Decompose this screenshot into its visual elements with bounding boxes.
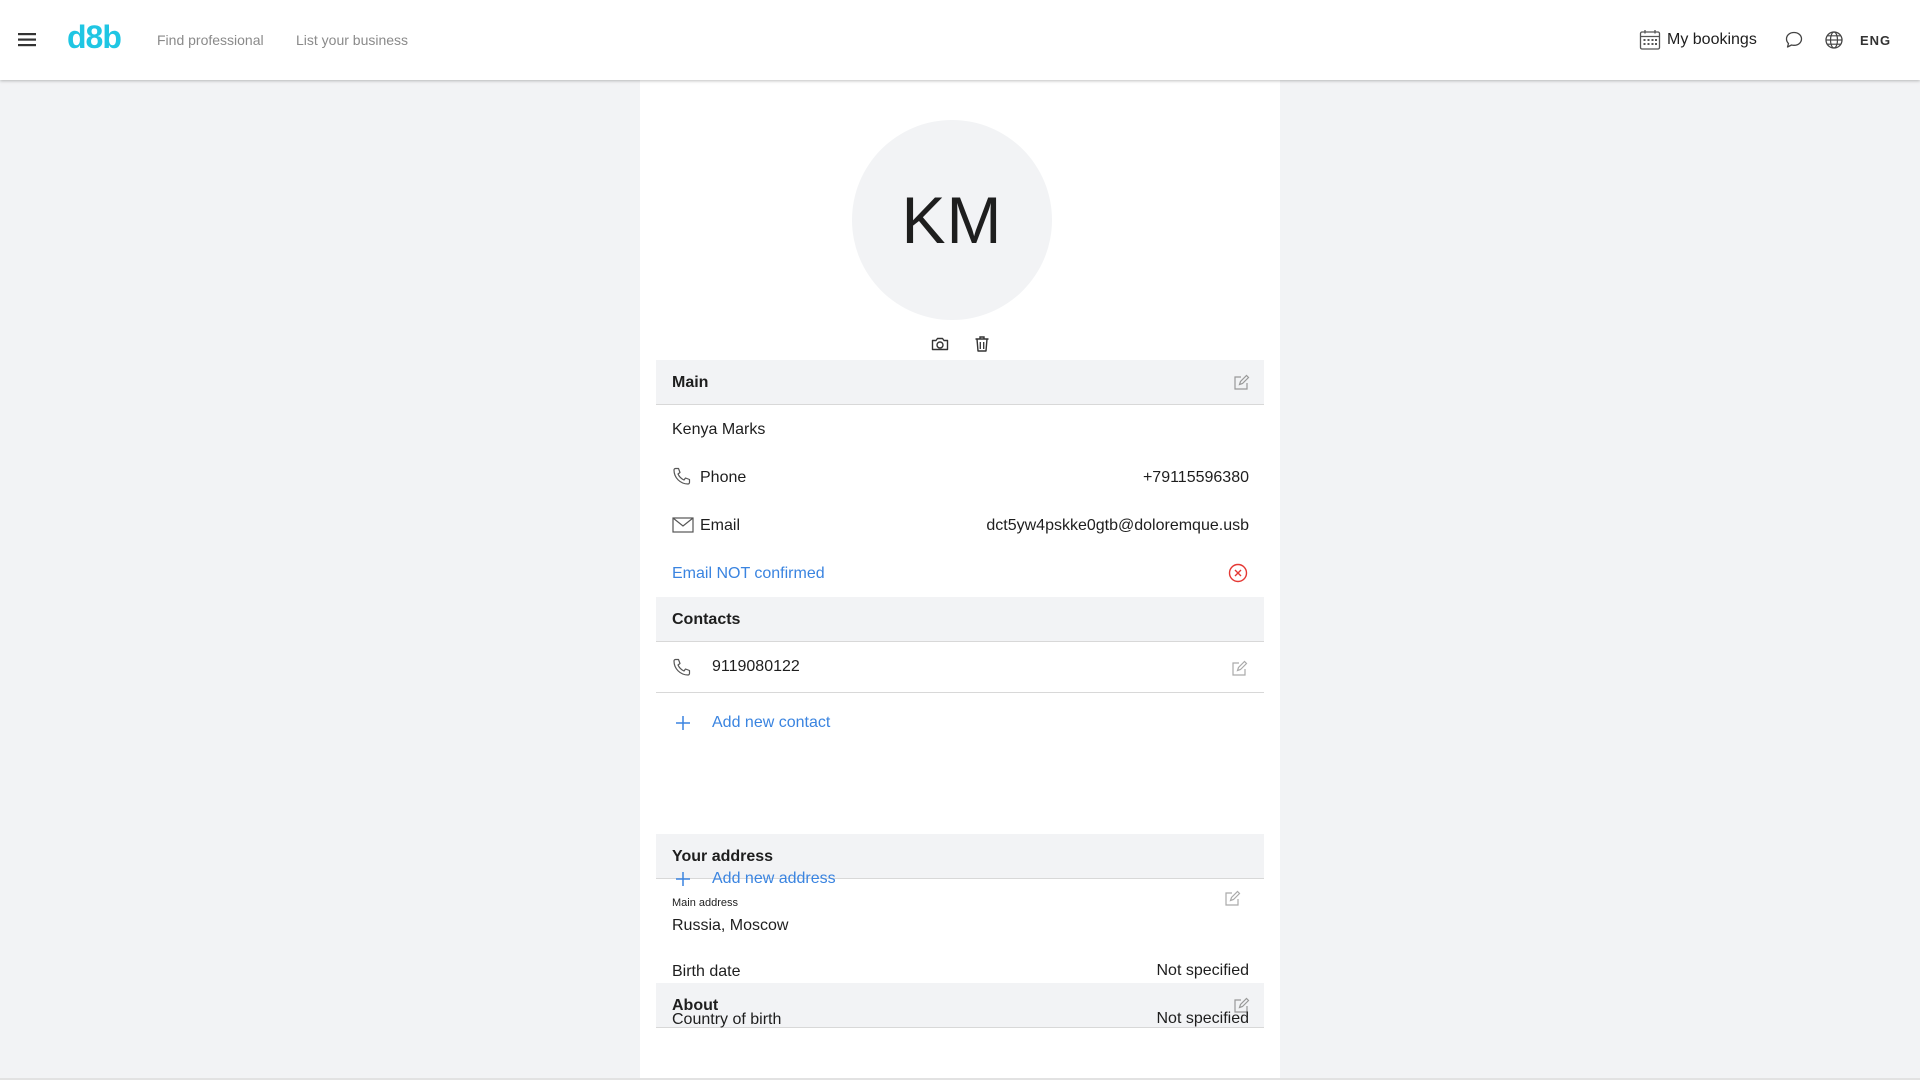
name-row: Kenya Marks — [656, 411, 1264, 447]
logo[interactable]: d8b — [67, 19, 122, 56]
camera-icon[interactable] — [930, 334, 950, 354]
email-label: Email — [700, 517, 741, 534]
phone-icon — [671, 657, 695, 679]
contacts-section-title: Contacts — [672, 611, 741, 628]
nav-list-your-business[interactable]: List your business — [296, 32, 408, 48]
error-circle-icon[interactable] — [1228, 563, 1248, 583]
chat-icon[interactable] — [1784, 30, 1804, 50]
add-new-contact-link[interactable]: Add new contact — [656, 705, 1264, 741]
email-not-confirmed-link[interactable]: Email NOT confirmed — [672, 565, 825, 583]
add-new-address-label: Add new address — [712, 870, 836, 887]
add-new-contact[interactable] — [656, 784, 1264, 820]
contact-item: 9119080122 — [656, 643, 1264, 693]
country-of-birth-row: Country of birth Not specified — [656, 1002, 1264, 1038]
add-new-contact-label: Add new contact — [712, 714, 831, 731]
photo-actions — [930, 334, 992, 354]
plus-icon — [674, 870, 692, 888]
main-address-value: Russia, Moscow — [672, 917, 789, 934]
contact-phone-value: 9119080122 — [712, 658, 800, 675]
country-of-birth-value: Not specified — [1156, 1010, 1250, 1027]
plus-icon — [674, 714, 692, 732]
profile-card: KM Main Kenya Marks Phone +79115596380 E… — [640, 80, 1280, 1080]
main-address-label: Main address — [672, 897, 739, 909]
avatar: KM — [852, 120, 1052, 320]
full-name: Kenya Marks — [672, 421, 766, 438]
my-bookings-button[interactable]: My bookings — [1639, 28, 1757, 52]
my-bookings-label: My bookings — [1667, 31, 1757, 48]
email-row: Email dct5yw4pskke0gtb@doloremque.usb — [656, 507, 1264, 543]
phone-value: +79115596380 — [1142, 469, 1249, 486]
trash-icon[interactable] — [972, 334, 992, 354]
email-status-row: Email NOT confirmed — [656, 555, 1264, 591]
language-selector[interactable]: ENG — [1860, 33, 1891, 48]
phone-label: Phone — [700, 469, 747, 486]
top-header: d8b Find professional List your business… — [0, 0, 1920, 80]
birth-date-label: Birth date — [672, 963, 741, 980]
globe-icon[interactable] — [1824, 30, 1844, 50]
main-section-title: Main — [672, 374, 709, 391]
email-value: dct5yw4pskke0gtb@doloremque.usb — [986, 517, 1249, 534]
edit-contact-icon[interactable] — [1230, 660, 1248, 678]
edit-main-icon[interactable] — [1232, 374, 1250, 392]
phone-icon — [671, 466, 695, 488]
country-of-birth-label: Country of birth — [672, 1011, 782, 1028]
nav-find-professional[interactable]: Find professional — [157, 32, 264, 48]
calendar-icon — [1639, 30, 1661, 50]
hamburger-menu-icon[interactable] — [16, 28, 40, 52]
contacts-section-header: Contacts — [656, 597, 1264, 642]
mail-icon — [671, 514, 695, 536]
add-new-address-link[interactable]: Add new address — [656, 861, 1264, 897]
birth-date-value: Not specified — [1156, 962, 1250, 979]
main-section-header: Main — [656, 360, 1264, 405]
birth-date-row: Birth date Not specified — [656, 954, 1264, 990]
phone-row: Phone +79115596380 — [656, 459, 1264, 495]
